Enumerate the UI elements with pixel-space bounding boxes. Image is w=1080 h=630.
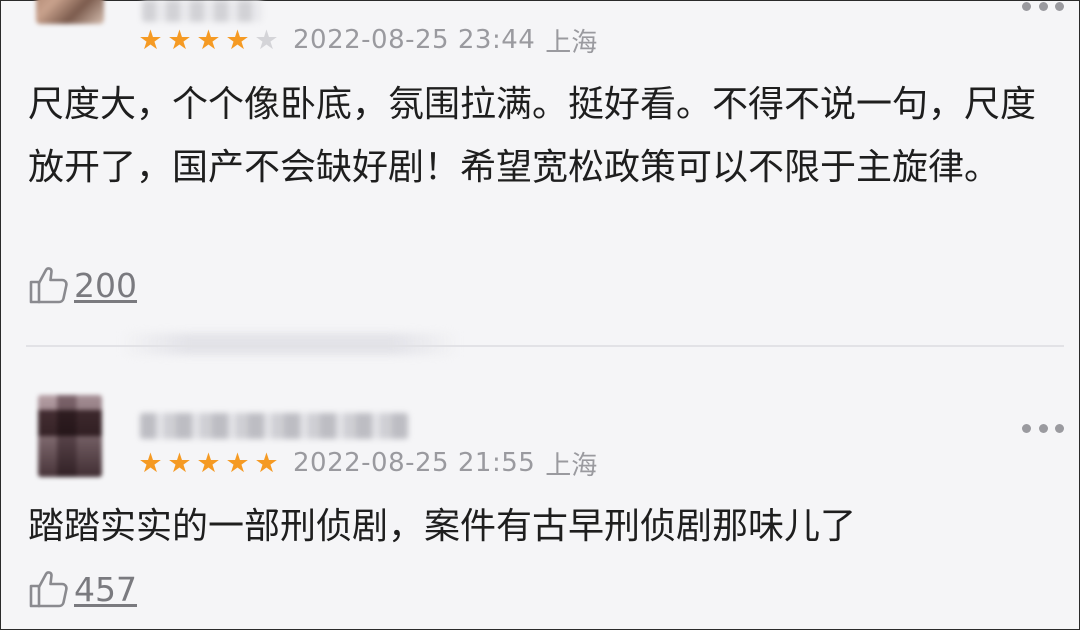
comment-item: ★ ★ ★ ★ ★ 2022-08-25 21:55 上海 踏踏实实的一部刑侦剧… [0,345,1080,630]
more-icon[interactable] [1022,0,1064,12]
star-rating: ★ ★ ★ ★ ★ [136,450,281,477]
more-icon[interactable] [1022,422,1064,434]
star-icon: ★ [167,447,192,479]
thumbs-up-icon [29,267,68,304]
star-icon: ★ [138,24,163,56]
comment-location: 上海 [545,450,598,481]
comment-text: 踏踏实实的一部刑侦剧，案件有古早刑侦剧那味儿了 [28,506,857,547]
like-button[interactable]: 200 [28,265,137,305]
comment-meta: ★ ★ ★ ★ ★ 2022-08-25 23:44 上海 [136,23,598,58]
star-icon: ★ [225,447,250,479]
username-blurred[interactable] [142,0,262,22]
comment-date: 2022-08-25 23:44 [293,25,536,55]
like-count: 200 [74,265,137,305]
star-icon: ★ [196,447,221,479]
thumbs-up-icon [29,571,68,608]
avatar[interactable] [36,0,104,24]
star-icon: ★ [138,447,163,479]
comment-item: ★ ★ ★ ★ ★ 2022-08-25 23:44 上海 尺度大，个个像卧底，… [0,0,1080,345]
avatar[interactable] [38,395,102,477]
star-icon: ★ [167,24,192,56]
star-icon: ★ [254,24,279,56]
like-count: 457 [74,569,137,609]
comment-text: 尺度大，个个像卧底，氛围拉满。挺好看。不得不说一句，尺度放开了，国产不会缺好剧！… [28,84,1037,188]
comment-meta: ★ ★ ★ ★ ★ 2022-08-25 21:55 上海 [136,446,598,481]
star-rating: ★ ★ ★ ★ ★ [136,27,281,54]
star-icon: ★ [254,447,279,479]
star-icon: ★ [196,24,221,56]
like-button[interactable]: 457 [28,569,137,609]
star-icon: ★ [225,24,250,56]
comment-location: 上海 [545,27,598,58]
username-blurred[interactable] [140,413,408,439]
comment-date: 2022-08-25 21:55 [293,448,536,478]
